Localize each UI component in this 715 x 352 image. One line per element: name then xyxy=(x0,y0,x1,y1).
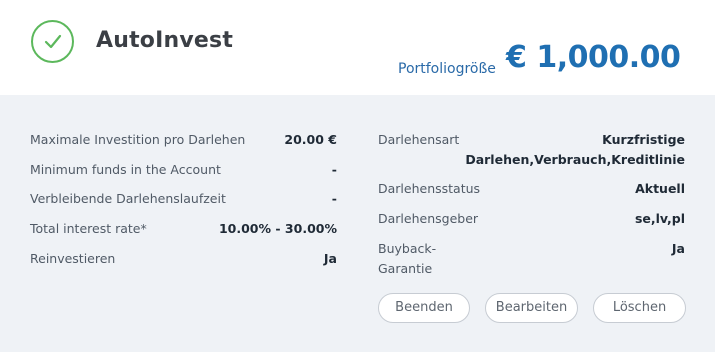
max-investment-label: Maximale Investition pro Darlehen xyxy=(30,132,246,147)
reinvest-label: Reinvestieren xyxy=(30,251,116,266)
lender-value: se,lv,pl xyxy=(634,211,685,226)
lender-label: Darlehensgeber xyxy=(378,211,479,226)
min-funds-value: - xyxy=(331,162,337,177)
edit-button[interactable]: Bearbeiten xyxy=(485,293,578,323)
delete-button[interactable]: Löschen xyxy=(593,293,686,323)
loan-type-value-line1: Kurzfristige xyxy=(602,132,685,147)
interest-rate-label: Total interest rate* xyxy=(30,221,147,236)
loan-type-label: Darlehensart xyxy=(378,132,460,147)
check-circle-icon xyxy=(31,20,74,63)
portfolio-size-value: € 1,000.00 xyxy=(506,40,681,75)
portfolio-size-label: Portfoliogröße xyxy=(398,61,496,77)
buyback-label-line2: Garantie xyxy=(378,261,433,276)
buyback-value: Ja xyxy=(671,241,685,256)
interest-rate-value: 10.00% - 30.00% xyxy=(218,221,337,236)
remaining-term-label: Verbleibende Darlehenslaufzeit xyxy=(30,191,226,206)
stop-button[interactable]: Beenden xyxy=(378,293,470,323)
reinvest-value: Ja xyxy=(323,251,337,266)
page-title: AutoInvest xyxy=(96,28,234,53)
min-funds-label: Minimum funds in the Account xyxy=(30,162,221,177)
loan-status-label: Darlehensstatus xyxy=(378,181,481,196)
remaining-term-value: - xyxy=(331,191,337,206)
max-investment-value: 20.00 € xyxy=(284,132,337,147)
buyback-label-line1: Buyback- xyxy=(378,241,437,256)
loan-type-value-line2: Darlehen,Verbrauch,Kreditlinie xyxy=(465,152,685,167)
autoinvest-header: AutoInvest Portfoliogröße € 1,000.00 xyxy=(0,0,715,95)
loan-status-value: Aktuell xyxy=(635,181,685,196)
